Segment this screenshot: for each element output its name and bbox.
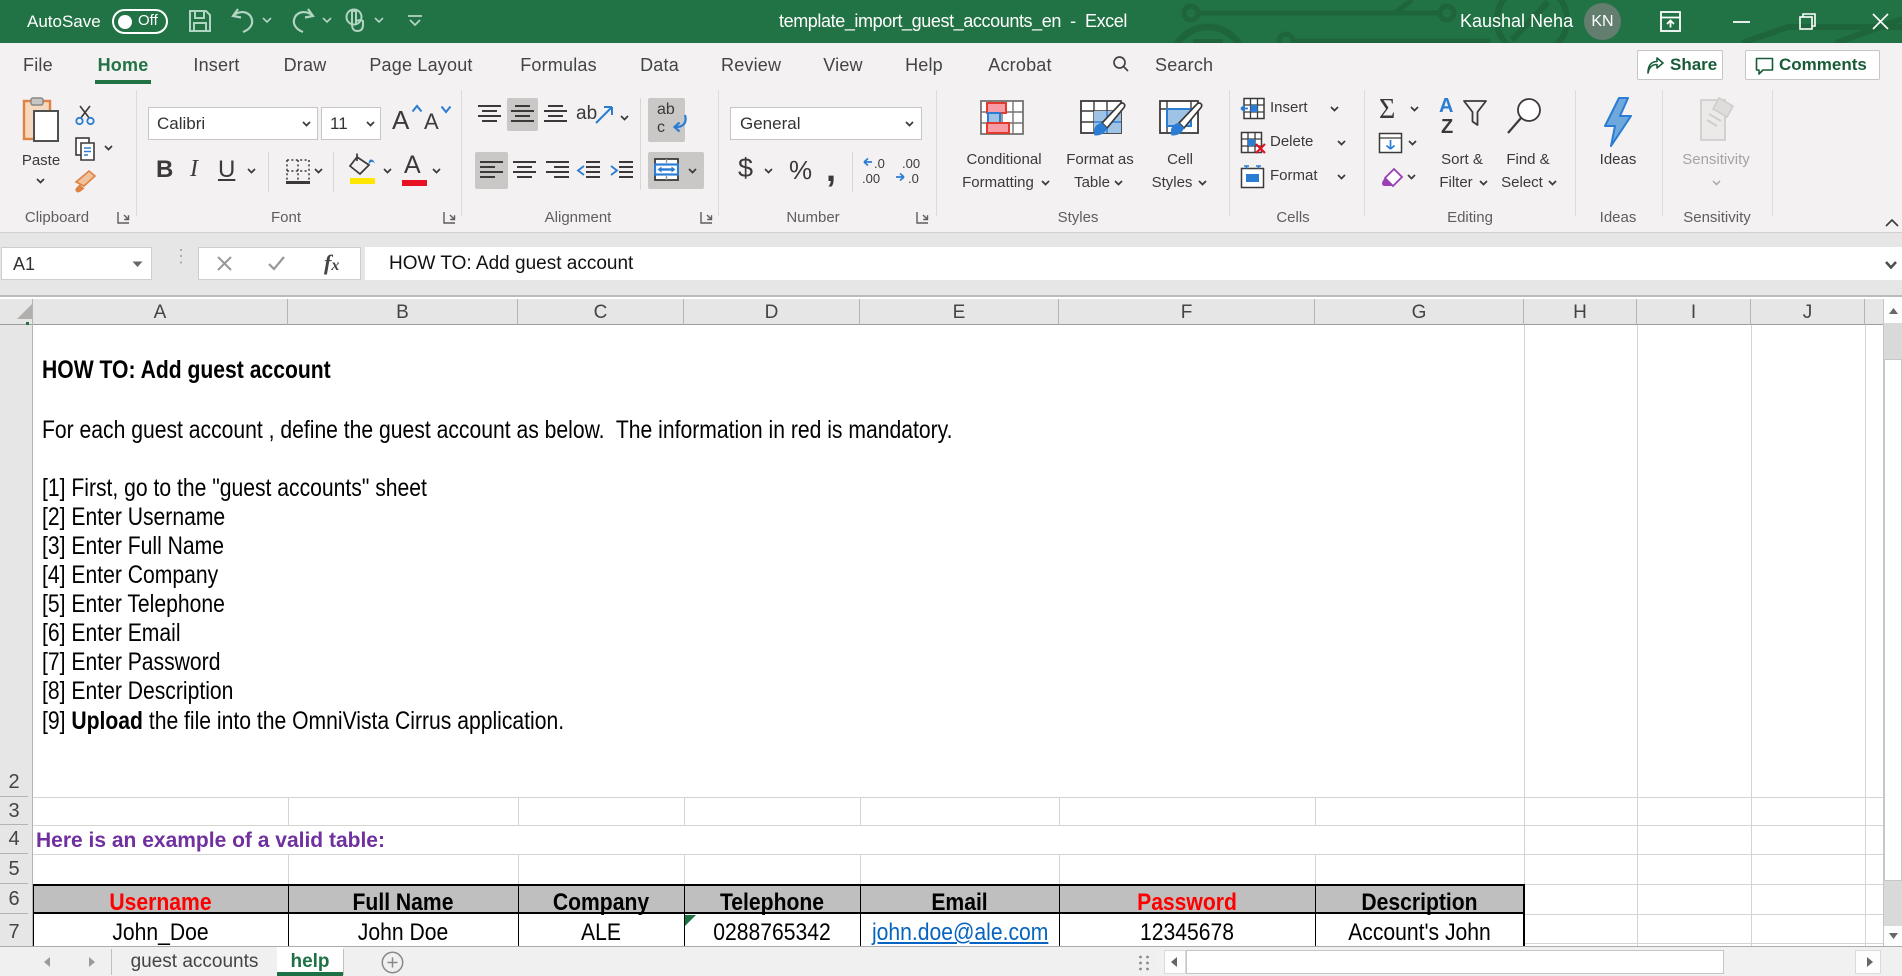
svg-text:A: A	[1439, 95, 1453, 117]
svg-text:.0: .0	[908, 171, 919, 186]
svg-text:Z: Z	[1441, 116, 1453, 135]
svg-text:.00: .00	[902, 156, 920, 171]
svg-text:.00: .00	[862, 171, 880, 186]
svg-text:.0: .0	[874, 156, 885, 171]
